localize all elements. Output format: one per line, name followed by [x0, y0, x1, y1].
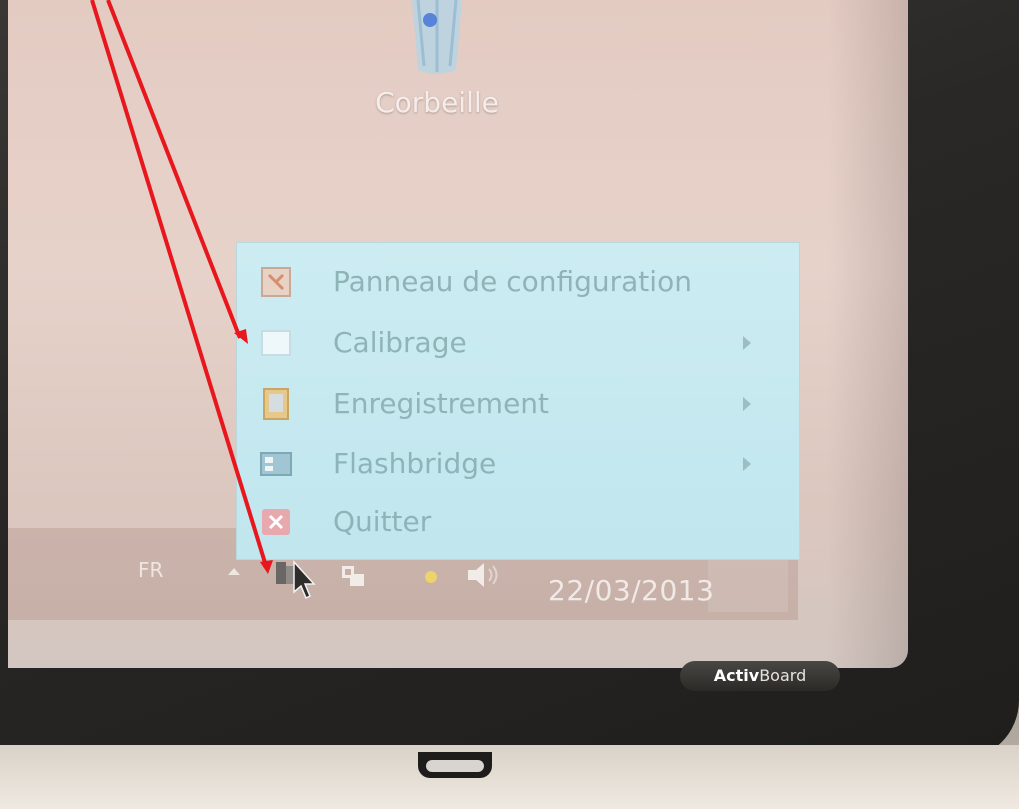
annotation-arrow-tray: [90, 0, 268, 567]
annotation-arrow-calibration: [106, 0, 242, 339]
annotation-arrows: [90, 0, 273, 574]
annotation-arrowhead-tray: [260, 560, 273, 574]
